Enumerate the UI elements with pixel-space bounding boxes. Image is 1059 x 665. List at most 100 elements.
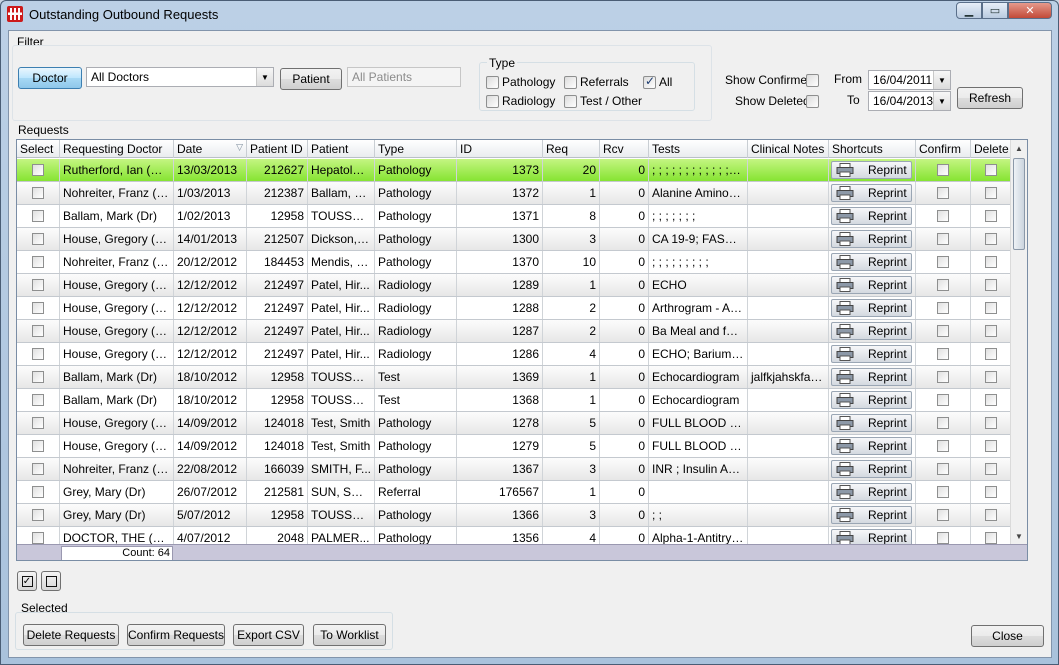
reprint-button[interactable]: Reprint <box>831 345 912 363</box>
row-delete-checkbox[interactable] <box>984 348 997 360</box>
row-delete-checkbox[interactable] <box>984 463 997 475</box>
row-confirm-checkbox[interactable] <box>937 532 949 544</box>
col-type[interactable]: Type <box>375 140 457 158</box>
row-select-checkbox[interactable] <box>32 509 44 521</box>
reprint-button[interactable]: Reprint <box>831 184 912 202</box>
row-select-checkbox[interactable] <box>32 164 44 176</box>
row-delete-checkbox[interactable] <box>984 417 997 429</box>
chevron-down-icon[interactable]: ▼ <box>933 71 950 89</box>
close-window-button[interactable]: ✕ <box>1008 2 1052 19</box>
col-rcv[interactable]: Rcv <box>600 140 649 158</box>
table-row[interactable]: Nohreiter, Franz (Dr) 1/03/2013 212387 Ball… <box>17 182 1027 205</box>
show-deleted-checkbox[interactable] <box>806 95 819 108</box>
row-select-checkbox[interactable] <box>32 325 44 337</box>
row-confirm-checkbox[interactable] <box>937 486 949 498</box>
row-select-checkbox[interactable] <box>32 394 44 406</box>
reprint-button[interactable]: Reprint <box>831 460 912 478</box>
row-delete-checkbox[interactable] <box>984 532 997 544</box>
row-confirm-checkbox[interactable] <box>937 302 949 314</box>
table-row[interactable]: Nohreiter, Franz (Dr) 22/08/2012 166039 SMI… <box>17 458 1027 481</box>
col-requesting-doctor[interactable]: Requesting Doctor <box>60 140 174 158</box>
row-select-checkbox[interactable] <box>32 348 44 360</box>
minimize-button[interactable]: ▁ <box>956 2 982 19</box>
col-date[interactable]: Date ▽ <box>174 140 247 158</box>
table-row[interactable]: DOCTOR, THE (DR) 4/07/2012 2048 PALMER... Pa… <box>17 527 1027 544</box>
col-req[interactable]: Req <box>543 140 600 158</box>
row-select-checkbox[interactable] <box>32 187 44 199</box>
reprint-button[interactable]: Reprint <box>831 299 912 317</box>
table-row[interactable]: Grey, Mary (Dr) 5/07/2012 12958 TOUSSAI... P… <box>17 504 1027 527</box>
row-confirm-checkbox[interactable] <box>937 210 949 222</box>
row-confirm-checkbox[interactable] <box>937 440 949 452</box>
row-select-checkbox[interactable] <box>32 233 44 245</box>
select-all-button[interactable]: ✓ <box>17 571 37 591</box>
row-delete-checkbox[interactable] <box>984 233 997 245</box>
row-confirm-checkbox[interactable] <box>937 348 949 360</box>
table-row[interactable]: Ballam, Mark (Dr) 18/10/2012 12958 TOUSSAI.… <box>17 389 1027 412</box>
row-confirm-checkbox[interactable] <box>937 463 949 475</box>
col-clinical-notes[interactable]: Clinical Notes <box>748 140 829 158</box>
reprint-button[interactable]: Reprint <box>831 322 912 340</box>
table-row[interactable]: Nohreiter, Franz (Dr) 20/12/2012 184453 Men… <box>17 251 1027 274</box>
row-confirm-checkbox[interactable] <box>937 233 949 245</box>
select-none-button[interactable] <box>41 571 61 591</box>
table-row[interactable]: House, Gregory (Dr) 12/12/2012 212497 Patel… <box>17 343 1027 366</box>
reprint-button[interactable]: Reprint <box>831 529 912 544</box>
row-delete-checkbox[interactable] <box>984 486 997 498</box>
table-row[interactable]: Grey, Mary (Dr) 26/07/2012 212581 SUN, SHU.… <box>17 481 1027 504</box>
title-bar[interactable]: Outstanding Outbound Requests ▁ ▭ ✕ <box>1 1 1058 29</box>
row-select-checkbox[interactable] <box>32 486 44 498</box>
row-confirm-checkbox[interactable] <box>937 187 949 199</box>
reprint-button[interactable]: Reprint <box>831 414 912 432</box>
row-delete-checkbox[interactable] <box>984 279 997 291</box>
col-patient[interactable]: Patient <box>308 140 375 158</box>
row-select-checkbox[interactable] <box>32 210 44 222</box>
table-row[interactable]: House, Gregory (Dr) 14/01/2013 212507 Dicks… <box>17 228 1027 251</box>
col-id[interactable]: ID <box>457 140 543 158</box>
reprint-button[interactable]: Reprint <box>831 207 912 225</box>
col-confirm[interactable]: Confirm <box>916 140 971 158</box>
row-delete-checkbox[interactable] <box>984 302 997 314</box>
reprint-button[interactable]: Reprint <box>831 391 912 409</box>
to-date-picker[interactable]: 16/04/2013 ▼ <box>868 91 951 111</box>
reprint-button[interactable]: Reprint <box>831 253 912 271</box>
col-patient-id[interactable]: Patient ID <box>247 140 308 158</box>
row-select-checkbox[interactable] <box>32 279 44 291</box>
chevron-down-icon[interactable]: ▼ <box>933 92 950 110</box>
table-row[interactable]: Rutherford, Ian (Prof) 13/03/2013 212627 He… <box>17 159 1027 182</box>
row-select-checkbox[interactable] <box>32 440 44 452</box>
scrollbar-thumb[interactable] <box>1013 158 1025 250</box>
row-delete-checkbox[interactable] <box>984 164 997 176</box>
row-select-checkbox[interactable] <box>32 463 44 475</box>
row-confirm-checkbox[interactable] <box>937 371 949 383</box>
table-row[interactable]: House, Gregory (Dr) 12/12/2012 212497 Patel… <box>17 320 1027 343</box>
refresh-button[interactable]: Refresh <box>957 87 1023 109</box>
table-row[interactable]: House, Gregory (Dr) 14/09/2012 124018 Test,… <box>17 412 1027 435</box>
reprint-button[interactable]: Reprint <box>831 483 912 501</box>
table-row[interactable]: House, Gregory (Dr) 14/09/2012 124018 Test,… <box>17 435 1027 458</box>
row-select-checkbox[interactable] <box>32 371 44 383</box>
scroll-down-icon[interactable]: ▼ <box>1011 528 1027 544</box>
table-row[interactable]: Ballam, Mark (Dr) 18/10/2012 12958 TOUSSAI.… <box>17 366 1027 389</box>
from-date-picker[interactable]: 16/04/2011 ▼ <box>868 70 951 90</box>
requests-grid[interactable]: Select Requesting Doctor Date ▽ Patient … <box>16 139 1028 561</box>
row-confirm-checkbox[interactable] <box>937 417 949 429</box>
confirm-requests-button[interactable]: Confirm Requests <box>127 624 225 646</box>
scroll-up-icon[interactable]: ▲ <box>1011 140 1027 156</box>
row-confirm-checkbox[interactable] <box>937 164 949 176</box>
row-confirm-checkbox[interactable] <box>937 394 949 406</box>
export-csv-button[interactable]: Export CSV <box>233 624 304 646</box>
row-select-checkbox[interactable] <box>32 417 44 429</box>
row-select-checkbox[interactable] <box>32 256 44 268</box>
row-select-checkbox[interactable] <box>32 302 44 314</box>
row-delete-checkbox[interactable] <box>984 187 997 199</box>
delete-requests-button[interactable]: Delete Requests <box>23 624 119 646</box>
row-confirm-checkbox[interactable] <box>937 325 949 337</box>
reprint-button[interactable]: Reprint <box>831 276 912 294</box>
row-delete-checkbox[interactable] <box>984 509 997 521</box>
reprint-button[interactable]: Reprint <box>831 161 912 179</box>
table-row[interactable]: House, Gregory (Dr) 12/12/2012 212497 Patel… <box>17 297 1027 320</box>
row-select-checkbox[interactable] <box>32 532 44 544</box>
show-confirmed-checkbox[interactable] <box>806 74 819 87</box>
row-delete-checkbox[interactable] <box>984 210 997 222</box>
